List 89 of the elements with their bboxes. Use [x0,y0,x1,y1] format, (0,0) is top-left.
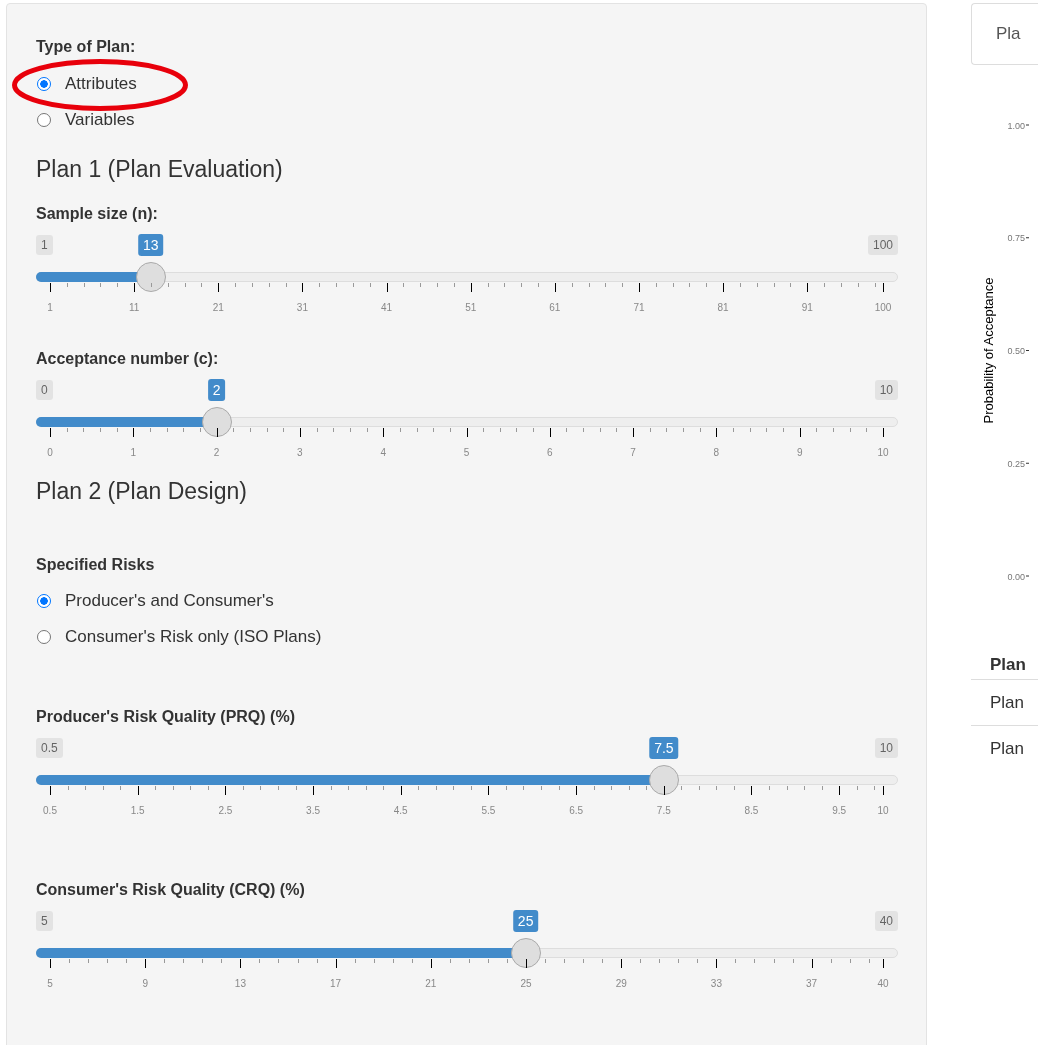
tick-label: 71 [633,302,645,314]
tick-label: 13 [234,978,246,990]
section-heading: Plan 1 (Plan Evaluation) [36,155,284,184]
min-value-label: 5 [36,911,53,931]
tick-label: 3.5 [306,805,320,817]
slider-value: 25 [512,910,539,932]
tick-label: 61 [549,302,561,314]
tick-label: 91 [801,302,813,314]
max-value-label: 10 [874,380,898,400]
tick-label: 4.5 [393,805,408,817]
tick-label: 5 [47,978,53,990]
radio-label[interactable]: Attributes [65,74,137,94]
tick-label: 21 [212,302,224,314]
min-value-label: 1 [36,235,53,255]
tick-label: 0 [47,447,53,459]
tick-label: 9.5 [832,805,847,817]
axis-tick-label: 0.00 [1007,571,1025,582]
tick-label: 10 [877,447,889,459]
slider-label: Sample size (n): [36,204,159,224]
tick-label: 1 [130,447,137,459]
slider-handle[interactable] [135,262,166,292]
axis-title: Probability of Acceptance [981,277,996,424]
column-header: Plan [990,655,1026,675]
min-value-label: 0 [36,380,53,400]
tick-label: 2 [213,447,220,459]
table-cell: Plan [990,738,1025,759]
radio-button[interactable] [37,594,51,608]
tick-label: 51 [465,302,477,314]
tick-label: 81 [717,302,729,314]
radio-button[interactable] [37,630,51,644]
tick-label: 11 [128,302,140,314]
tick-label: 1 [47,302,53,314]
slider-label: Consumer's Risk Quality (CRQ) (%) [36,880,306,900]
field-label: Specified Risks [36,555,156,575]
tick-label: 40 [877,978,889,990]
table-cell: Plan [990,692,1025,713]
tick-label: 17 [330,978,342,990]
tick-label: 31 [296,302,308,314]
tick-label: 5 [463,447,470,459]
tick-label: 5.5 [481,805,496,817]
max-value-label: 100 [867,235,898,255]
radio-label[interactable]: Variables [65,110,135,130]
tick-label: 0.5 [43,805,57,817]
tick-label: 7 [630,447,636,459]
slider-track[interactable] [36,417,898,427]
field-label: Type of Plan: [36,37,137,57]
tick-label: 2.5 [218,805,233,817]
tick-label: 29 [615,978,627,990]
radio-label[interactable]: Consumer's Risk only (ISO Plans) [65,627,322,647]
max-value-label: 10 [874,738,898,758]
slider-label: Producer's Risk Quality (PRQ) (%) [36,707,296,727]
tick-label: 3 [297,447,303,459]
tick-label: 6.5 [569,805,584,817]
slider-handle[interactable] [510,938,541,968]
tick-label: 9 [796,447,803,459]
slider-label: Acceptance number (c): [36,349,220,369]
axis-tick-label: 0.25 [1007,458,1025,469]
slider-handle[interactable] [201,407,232,437]
slider-value: 7.5 [649,737,679,759]
tick-label: 6 [547,447,553,459]
tick-label: 25 [520,978,532,990]
tick-label: 9 [142,978,148,990]
slider-value: 13 [138,234,164,256]
section-heading: Plan 2 (Plan Design) [36,477,248,506]
slider-track[interactable] [36,775,898,785]
axis-tick-label: 1.00 [1007,120,1025,131]
tick-label: 1.5 [130,805,145,817]
tick-label: 7.5 [656,805,671,817]
tick-label: 41 [381,302,393,314]
slider-track[interactable] [36,948,898,958]
min-value-label: 0.5 [36,738,63,758]
tick-label: 21 [425,978,437,990]
tick-label: 100 [874,302,892,314]
max-value-label: 40 [874,911,898,931]
radio-button[interactable] [37,113,51,127]
slider-handle[interactable] [648,765,679,795]
radio-label[interactable]: Producer's and Consumer's [65,591,274,611]
tick-label: 10 [877,805,889,817]
tick-label: 8 [713,447,720,459]
axis-tick-label: 0.75 [1007,233,1025,244]
radio-button[interactable] [37,77,51,91]
tick-label: 33 [710,978,722,990]
axis-tick-label: 0.50 [1007,346,1025,356]
slider-value: 2 [207,379,226,401]
slider-track[interactable] [36,272,898,282]
tab[interactable]: Pla [971,3,1038,65]
tick-label: 4 [380,447,386,459]
tick-label: 37 [806,978,818,990]
tick-label: 8.5 [744,805,759,817]
